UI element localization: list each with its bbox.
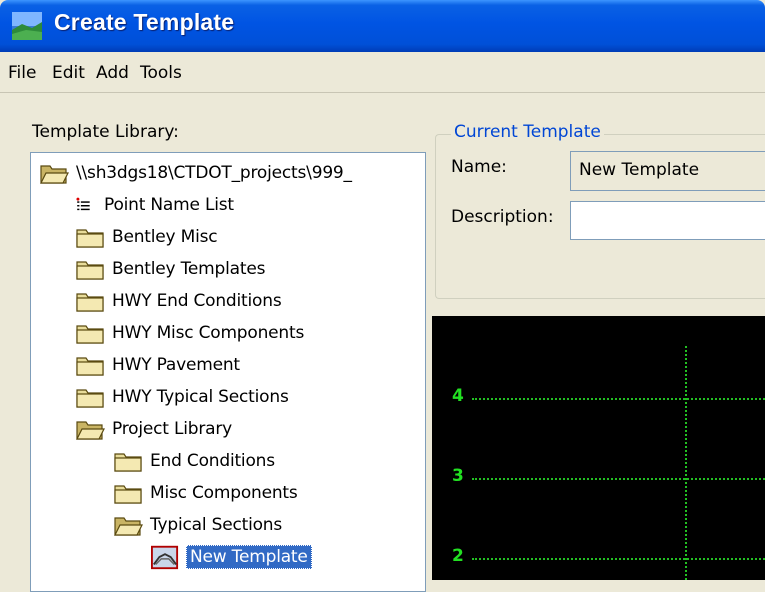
tree-item-label: End Conditions [150, 451, 275, 471]
folder-icon [114, 485, 142, 504]
template-icon [151, 545, 179, 570]
menu-tools[interactable]: Tools [140, 63, 182, 83]
grid-line-3 [472, 478, 765, 480]
menu-file[interactable]: File [8, 63, 36, 83]
menu-add[interactable]: Add [96, 63, 129, 83]
grid-label-2: 2 [452, 546, 464, 566]
folder-icon [114, 453, 142, 472]
folder-icon [76, 261, 104, 280]
folder-icon [76, 325, 104, 344]
tree-item-misc-components[interactable]: Misc Components [113, 479, 298, 507]
description-label: Description: [451, 207, 554, 227]
tree-item-label: New Template [186, 545, 312, 569]
menu-edit[interactable]: Edit [52, 63, 85, 83]
grid-line-2 [472, 558, 765, 560]
tree-item-label: Typical Sections [150, 515, 283, 535]
open-folder-icon [76, 421, 105, 440]
tree-item-hwy-misc-components[interactable]: HWY Misc Components [75, 319, 304, 347]
grid-label-3: 3 [452, 466, 464, 486]
tree-item-label: Point Name List [104, 195, 234, 215]
open-folder-icon [114, 517, 143, 536]
grid-line-4 [472, 398, 765, 400]
grid-label-4: 4 [452, 386, 464, 406]
menu-bar: File Edit Add Tools [0, 52, 765, 93]
tree-item-bentley-misc[interactable]: Bentley Misc [75, 223, 218, 251]
grid-vertical-line [685, 346, 687, 580]
template-library-tree[interactable]: \\sh3dgs18\CTDOT_projects\999_ Point Nam… [30, 152, 426, 592]
window-title: Create Template [54, 9, 235, 35]
tree-item-bentley-templates[interactable]: Bentley Templates [75, 255, 265, 283]
folder-icon [76, 357, 104, 376]
point-list-icon [76, 197, 90, 211]
template-library-label: Template Library: [32, 122, 179, 142]
tree-item-label: HWY Pavement [112, 355, 240, 375]
tree-item-new-template[interactable]: New Template [151, 543, 312, 571]
tree-item-label: \\sh3dgs18\CTDOT_projects\999_ [76, 163, 352, 183]
tree-item-hwy-end-conditions[interactable]: HWY End Conditions [75, 287, 282, 315]
tree-item-root[interactable]: \\sh3dgs18\CTDOT_projects\999_ [39, 159, 352, 187]
tree-item-point-name-list[interactable]: Point Name List [75, 191, 234, 219]
tree-item-label: HWY End Conditions [112, 291, 282, 311]
app-icon [12, 12, 42, 40]
template-canvas[interactable]: 4 3 2 [432, 316, 765, 580]
tree-item-hwy-typical-sections[interactable]: HWY Typical Sections [75, 383, 289, 411]
tree-item-label: HWY Typical Sections [112, 387, 289, 407]
tree-item-label: Bentley Misc [112, 227, 218, 247]
tree-item-end-conditions[interactable]: End Conditions [113, 447, 275, 475]
title-bar[interactable]: Create Template [0, 0, 765, 52]
tree-item-label: Project Library [112, 419, 233, 439]
name-field[interactable]: New Template [570, 151, 765, 191]
open-folder-icon [40, 165, 69, 184]
name-label: Name: [451, 157, 507, 177]
tree-item-project-library[interactable]: Project Library [75, 415, 232, 443]
folder-icon [76, 389, 104, 408]
tree-item-label: Bentley Templates [112, 259, 266, 279]
current-template-legend: Current Template [451, 122, 604, 142]
description-field[interactable] [570, 201, 765, 240]
folder-icon [76, 293, 104, 312]
tree-item-hwy-pavement[interactable]: HWY Pavement [75, 351, 240, 379]
tree-item-label: HWY Misc Components [112, 323, 305, 343]
tree-item-label: Misc Components [150, 483, 298, 503]
tree-item-typical-sections[interactable]: Typical Sections [113, 511, 282, 539]
folder-icon [76, 229, 104, 248]
